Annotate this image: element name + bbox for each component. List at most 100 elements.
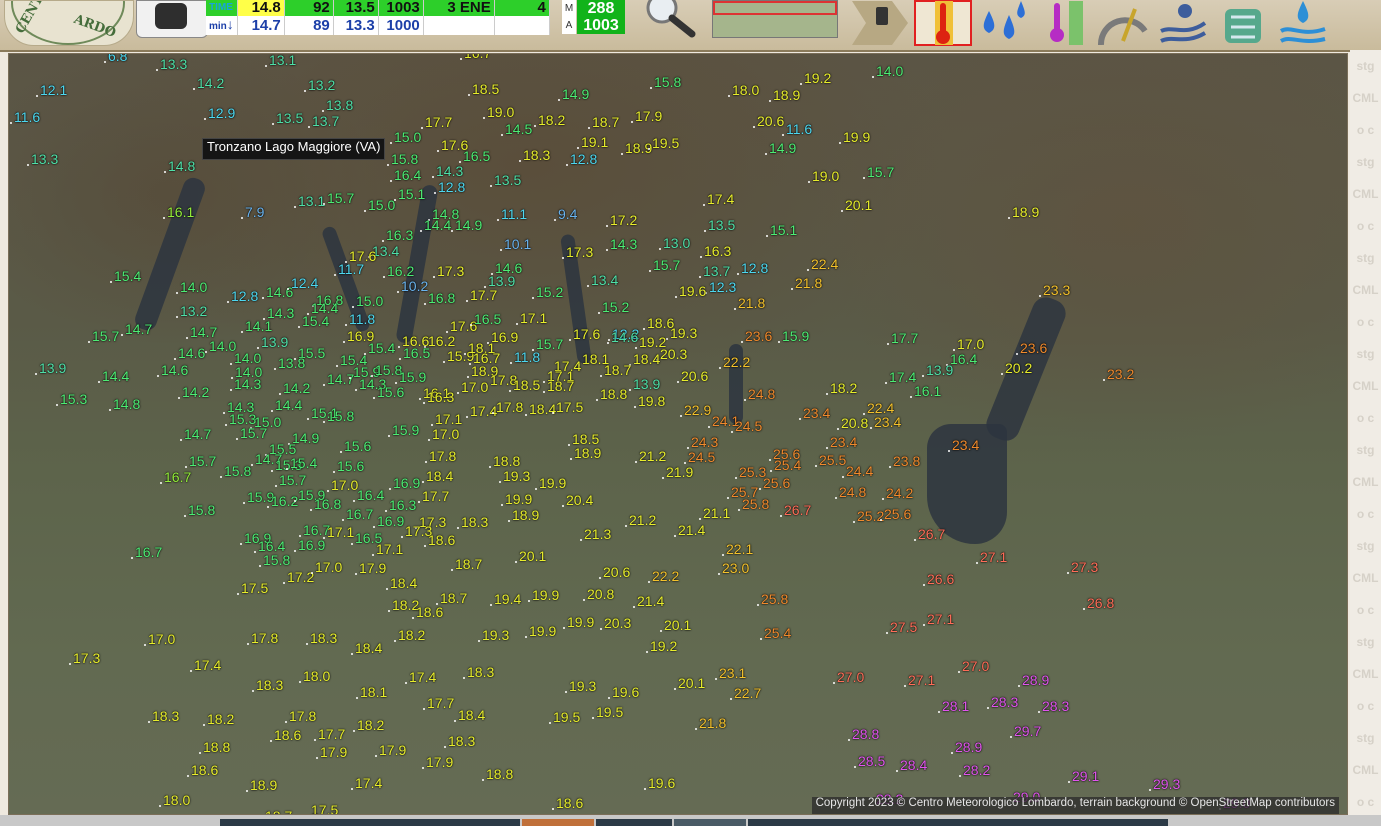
station-marker[interactable] [770,470,772,472]
station-temperature[interactable]: 22.4 [811,257,838,271]
station-temperature[interactable]: 17.3 [73,651,100,665]
raindrops-icon[interactable] [974,0,1032,46]
station-temperature[interactable]: 19.5 [553,710,580,724]
station-temperature[interactable]: 18.8 [600,387,627,401]
station-marker[interactable] [922,375,924,377]
station-marker[interactable] [958,671,960,673]
station-temperature[interactable]: 23.4 [830,435,857,449]
station-temperature[interactable]: 16.7 [346,507,373,521]
station-temperature[interactable]: 28.3 [991,695,1018,709]
station-temperature[interactable]: 16.8 [314,497,341,511]
station-marker[interactable] [323,421,325,423]
station-temperature[interactable]: 13.4 [591,273,618,287]
station-marker[interactable] [399,358,401,360]
station-marker[interactable] [254,551,256,553]
station-temperature[interactable]: 13.5 [276,111,303,125]
station-temperature[interactable]: 19.2 [650,639,677,653]
station-temperature[interactable]: 18.8 [493,454,520,468]
station-marker[interactable] [728,95,730,97]
station-temperature[interactable]: 16.4 [357,488,384,502]
station-marker[interactable] [719,367,721,369]
station-temperature[interactable]: 16.5 [463,149,490,163]
station-marker[interactable] [599,577,601,579]
station-temperature[interactable]: 13.3 [160,57,187,71]
station-temperature[interactable]: 27.1 [908,673,935,687]
station-marker[interactable] [1067,572,1069,574]
station-marker[interactable] [778,341,780,343]
station-marker[interactable] [451,230,453,232]
station-marker[interactable] [562,257,564,259]
station-marker[interactable] [307,313,309,315]
station-marker[interactable] [631,121,633,123]
station-temperature[interactable]: 18.0 [163,793,190,807]
station-temperature[interactable]: 29.3 [1153,777,1180,791]
station-marker[interactable] [10,122,12,124]
station-marker[interactable] [853,521,855,523]
station-temperature[interactable]: 18.7 [592,115,619,129]
station-marker[interactable] [424,303,426,305]
station-marker[interactable] [286,468,288,470]
station-temperature[interactable]: 15.0 [394,130,421,144]
station-temperature[interactable]: 19.9 [532,588,559,602]
station-marker[interactable] [351,543,353,545]
station-temperature[interactable]: 22.2 [723,355,750,369]
station-marker[interactable] [608,697,610,699]
station-marker[interactable] [565,691,567,693]
station-marker[interactable] [718,573,720,575]
station-temperature[interactable]: 21.4 [637,594,664,608]
station-temperature[interactable]: 21.8 [738,296,765,310]
station-temperature[interactable]: 14.4 [275,398,302,412]
station-temperature[interactable]: 17.7 [318,727,345,741]
station-temperature[interactable]: 18.7 [604,363,631,377]
station-temperature[interactable]: 14.7 [190,325,217,339]
station-temperature[interactable]: 18.2 [538,113,565,127]
station-marker[interactable] [765,153,767,155]
station-temperature[interactable]: 27.1 [927,612,954,626]
snow-icon[interactable] [1214,0,1272,46]
station-temperature[interactable]: 24.4 [846,464,873,478]
station-temperature[interactable]: 17.1 [376,542,403,556]
station-temperature[interactable]: 23.6 [745,329,772,343]
station-marker[interactable] [176,292,178,294]
station-marker[interactable] [501,134,503,136]
station-marker[interactable] [160,482,162,484]
station-marker[interactable] [386,588,388,590]
station-marker[interactable] [734,308,736,310]
station-temperature[interactable]: 16.9 [298,538,325,552]
station-marker[interactable] [390,180,392,182]
station-temperature[interactable]: 15.7 [279,473,306,487]
station-marker[interactable] [880,519,882,521]
station-temperature[interactable]: 18.2 [830,381,857,395]
station-temperature[interactable]: 14.0 [180,280,207,294]
station-temperature[interactable]: 13.5 [708,218,735,232]
station-temperature[interactable]: 14.3 [610,237,637,251]
station-marker[interactable] [666,338,668,340]
station-marker[interactable] [444,746,446,748]
station-temperature[interactable]: 17.8 [496,400,523,414]
station-marker[interactable] [807,269,809,271]
station-marker[interactable] [131,557,133,559]
station-marker[interactable] [375,755,377,757]
station-temperature[interactable]: 16.4 [394,168,421,182]
station-temperature[interactable]: 14.8 [113,397,140,411]
station-temperature[interactable]: 13.9 [261,335,288,349]
station-marker[interactable] [782,134,784,136]
station-temperature[interactable]: 15.6 [344,439,371,453]
station-temperature[interactable]: 17.4 [194,658,221,672]
station-temperature[interactable]: 17.5 [556,400,583,414]
station-temperature[interactable]: 17.4 [355,776,382,790]
station-marker[interactable] [323,203,325,205]
station-temperature[interactable]: 17.2 [610,213,637,227]
station-temperature[interactable]: 17.4 [470,404,497,418]
station-marker[interactable] [271,470,273,472]
station-marker[interactable] [528,600,530,602]
station-marker[interactable] [951,752,953,754]
station-marker[interactable] [731,431,733,433]
station-marker[interactable] [703,204,705,206]
station-marker[interactable] [424,545,426,547]
station-temperature[interactable]: 16.9 [377,514,404,528]
station-marker[interactable] [854,766,856,768]
station-temperature[interactable]: 16.3 [389,498,416,512]
station-marker[interactable] [769,100,771,102]
station-marker[interactable] [889,466,891,468]
